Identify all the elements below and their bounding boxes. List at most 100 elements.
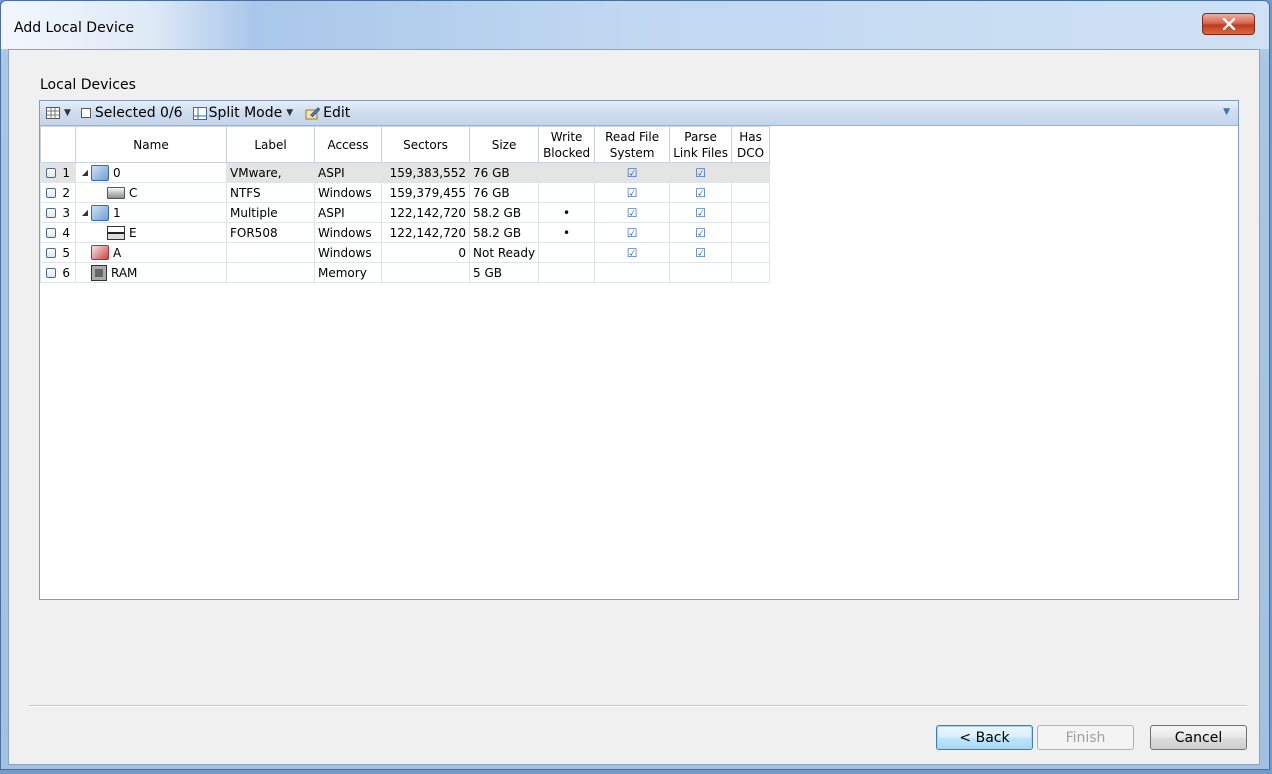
split-mode-button[interactable]: Split Mode ▼: [191, 103, 296, 123]
table-row[interactable]: 5 A Windows 0 Not Ready ☑ ☑: [40, 242, 771, 263]
label-cell: Multiple: [226, 202, 315, 223]
close-icon: [1222, 18, 1235, 30]
name-cell[interactable]: C: [75, 182, 227, 203]
row-checkbox[interactable]: [46, 167, 56, 178]
table-row[interactable]: 4 E FOR508 Windows 122,142,720 58.2 GB •…: [40, 222, 771, 243]
column-header-access[interactable]: Access: [314, 126, 382, 163]
read-file-system-checkbox[interactable]: ☑: [594, 202, 671, 223]
column-header-write-blocked[interactable]: Write Blocked: [538, 126, 596, 163]
access-cell: Windows: [314, 242, 382, 263]
toolbar-overflow-icon[interactable]: ▼: [1223, 107, 1230, 117]
parse-link-files-checkbox[interactable]: ☑: [669, 182, 733, 203]
name-cell[interactable]: ◢ 1: [75, 202, 227, 223]
read-file-system-checkbox[interactable]: ☑: [594, 162, 671, 183]
checkbox-icon: [80, 108, 91, 118]
column-header-name[interactable]: Name: [75, 126, 227, 163]
selected-count-label: Selected 0/6: [94, 105, 183, 121]
split-mode-icon: [192, 106, 207, 120]
read-file-system-checkbox[interactable]: ☑: [594, 242, 671, 263]
parse-link-files-checkbox[interactable]: ☑: [669, 202, 733, 223]
write-blocked-cell[interactable]: •: [538, 202, 596, 223]
read-file-system-checkbox[interactable]: [594, 262, 671, 283]
write-blocked-cell[interactable]: [538, 262, 596, 283]
chevron-down-icon: ▼: [64, 108, 71, 118]
table-row[interactable]: 3 ◢ 1 Multiple ASPI 122,142,720 58.2 GB •…: [40, 202, 771, 223]
access-cell: Memory: [314, 262, 382, 283]
row-index: 1: [62, 165, 70, 180]
floppy-disk-icon: [91, 245, 109, 260]
column-header-size[interactable]: Size: [468, 126, 540, 163]
row-checkbox[interactable]: [46, 227, 56, 238]
table-row[interactable]: 6 RAM Memory 5 GB: [40, 262, 771, 283]
name-cell[interactable]: E: [75, 222, 227, 243]
row-index: 2: [62, 185, 70, 200]
write-blocked-cell[interactable]: [538, 182, 596, 203]
has-dco-cell: [731, 242, 771, 263]
column-header-parse-link-files[interactable]: Parse Link Files: [669, 126, 733, 163]
select-all-toggle[interactable]: Selected 0/6: [73, 103, 185, 123]
back-button[interactable]: < Back: [936, 725, 1033, 750]
access-cell: ASPI: [314, 162, 382, 183]
close-button[interactable]: [1202, 13, 1255, 35]
devices-table: Name Label Access Sectors Size Write Blo…: [40, 126, 771, 283]
column-header-has-dco[interactable]: Has DCO: [731, 126, 771, 163]
row-checkbox[interactable]: [46, 247, 56, 258]
finish-button[interactable]: Finish: [1037, 725, 1134, 750]
parse-link-files-checkbox[interactable]: ☑: [669, 222, 733, 243]
edit-button[interactable]: Edit: [303, 103, 352, 123]
row-select-cell[interactable]: 3: [40, 202, 76, 223]
has-dco-cell: [731, 162, 771, 183]
sectors-cell: 0: [381, 242, 470, 263]
cancel-button[interactable]: Cancel: [1150, 725, 1247, 750]
collapse-arrow-icon[interactable]: ◢: [79, 208, 91, 217]
name-cell[interactable]: RAM: [75, 262, 227, 283]
write-blocked-cell[interactable]: [538, 162, 596, 183]
volume-icon: [107, 186, 125, 199]
write-blocked-cell[interactable]: [538, 242, 596, 263]
access-cell: Windows: [314, 182, 382, 203]
collapse-arrow-icon[interactable]: ◢: [79, 168, 91, 177]
edit-label: Edit: [323, 105, 351, 121]
row-checkbox[interactable]: [46, 267, 56, 278]
table-row[interactable]: 1 ◢ 0 VMware, ASPI 159,383,552 76 GB ☑ ☑: [40, 162, 771, 183]
row-checkbox[interactable]: [46, 187, 56, 198]
sectors-cell: 159,379,455: [381, 182, 470, 203]
parse-link-files-checkbox[interactable]: ☑: [669, 162, 733, 183]
label-cell: NTFS: [226, 182, 315, 203]
column-header-read-file-system[interactable]: Read File System: [594, 126, 671, 163]
chevron-down-icon: ▼: [286, 108, 294, 118]
dialog-window: Add Local Device Local Devices ▼ Selecte…: [0, 0, 1270, 770]
name-cell[interactable]: ◢ 0: [75, 162, 227, 183]
column-header-label[interactable]: Label: [226, 126, 315, 163]
write-blocked-cell[interactable]: •: [538, 222, 596, 243]
row-select-cell[interactable]: 2: [40, 182, 76, 203]
read-file-system-checkbox[interactable]: ☑: [594, 222, 671, 243]
row-select-cell[interactable]: 6: [40, 262, 76, 283]
has-dco-cell: [731, 222, 771, 243]
row-select-cell[interactable]: 5: [40, 242, 76, 263]
grid-toolbar: ▼ Selected 0/6 Split Mode ▼ Edit ▼: [40, 101, 1238, 126]
row-select-cell[interactable]: 1: [40, 162, 76, 183]
removable-drive-icon: [107, 225, 125, 240]
table-row[interactable]: 2 C NTFS Windows 159,379,455 76 GB ☑ ☑: [40, 182, 771, 203]
access-cell: Windows: [314, 222, 382, 243]
parse-link-files-checkbox[interactable]: ☑: [669, 242, 733, 263]
sectors-cell: 122,142,720: [381, 202, 470, 223]
parse-link-files-checkbox[interactable]: [669, 262, 733, 283]
column-header-sectors[interactable]: Sectors: [381, 126, 470, 163]
read-file-system-checkbox[interactable]: ☑: [594, 182, 671, 203]
label-cell: VMware,: [226, 162, 315, 183]
title-bar: Add Local Device: [1, 1, 1269, 49]
row-select-cell[interactable]: 4: [40, 222, 76, 243]
size-cell: 58.2 GB: [468, 222, 540, 243]
row-checkbox[interactable]: [46, 207, 56, 218]
column-header-select[interactable]: [40, 126, 76, 163]
sectors-cell: 159,383,552: [381, 162, 470, 183]
columns-menu-button[interactable]: ▼: [44, 103, 73, 123]
device-name: RAM: [111, 265, 138, 280]
has-dco-cell: [731, 262, 771, 283]
section-label: Local Devices: [40, 77, 136, 93]
size-cell: 76 GB: [468, 182, 540, 203]
table-icon: [46, 107, 60, 119]
name-cell[interactable]: A: [75, 242, 227, 263]
